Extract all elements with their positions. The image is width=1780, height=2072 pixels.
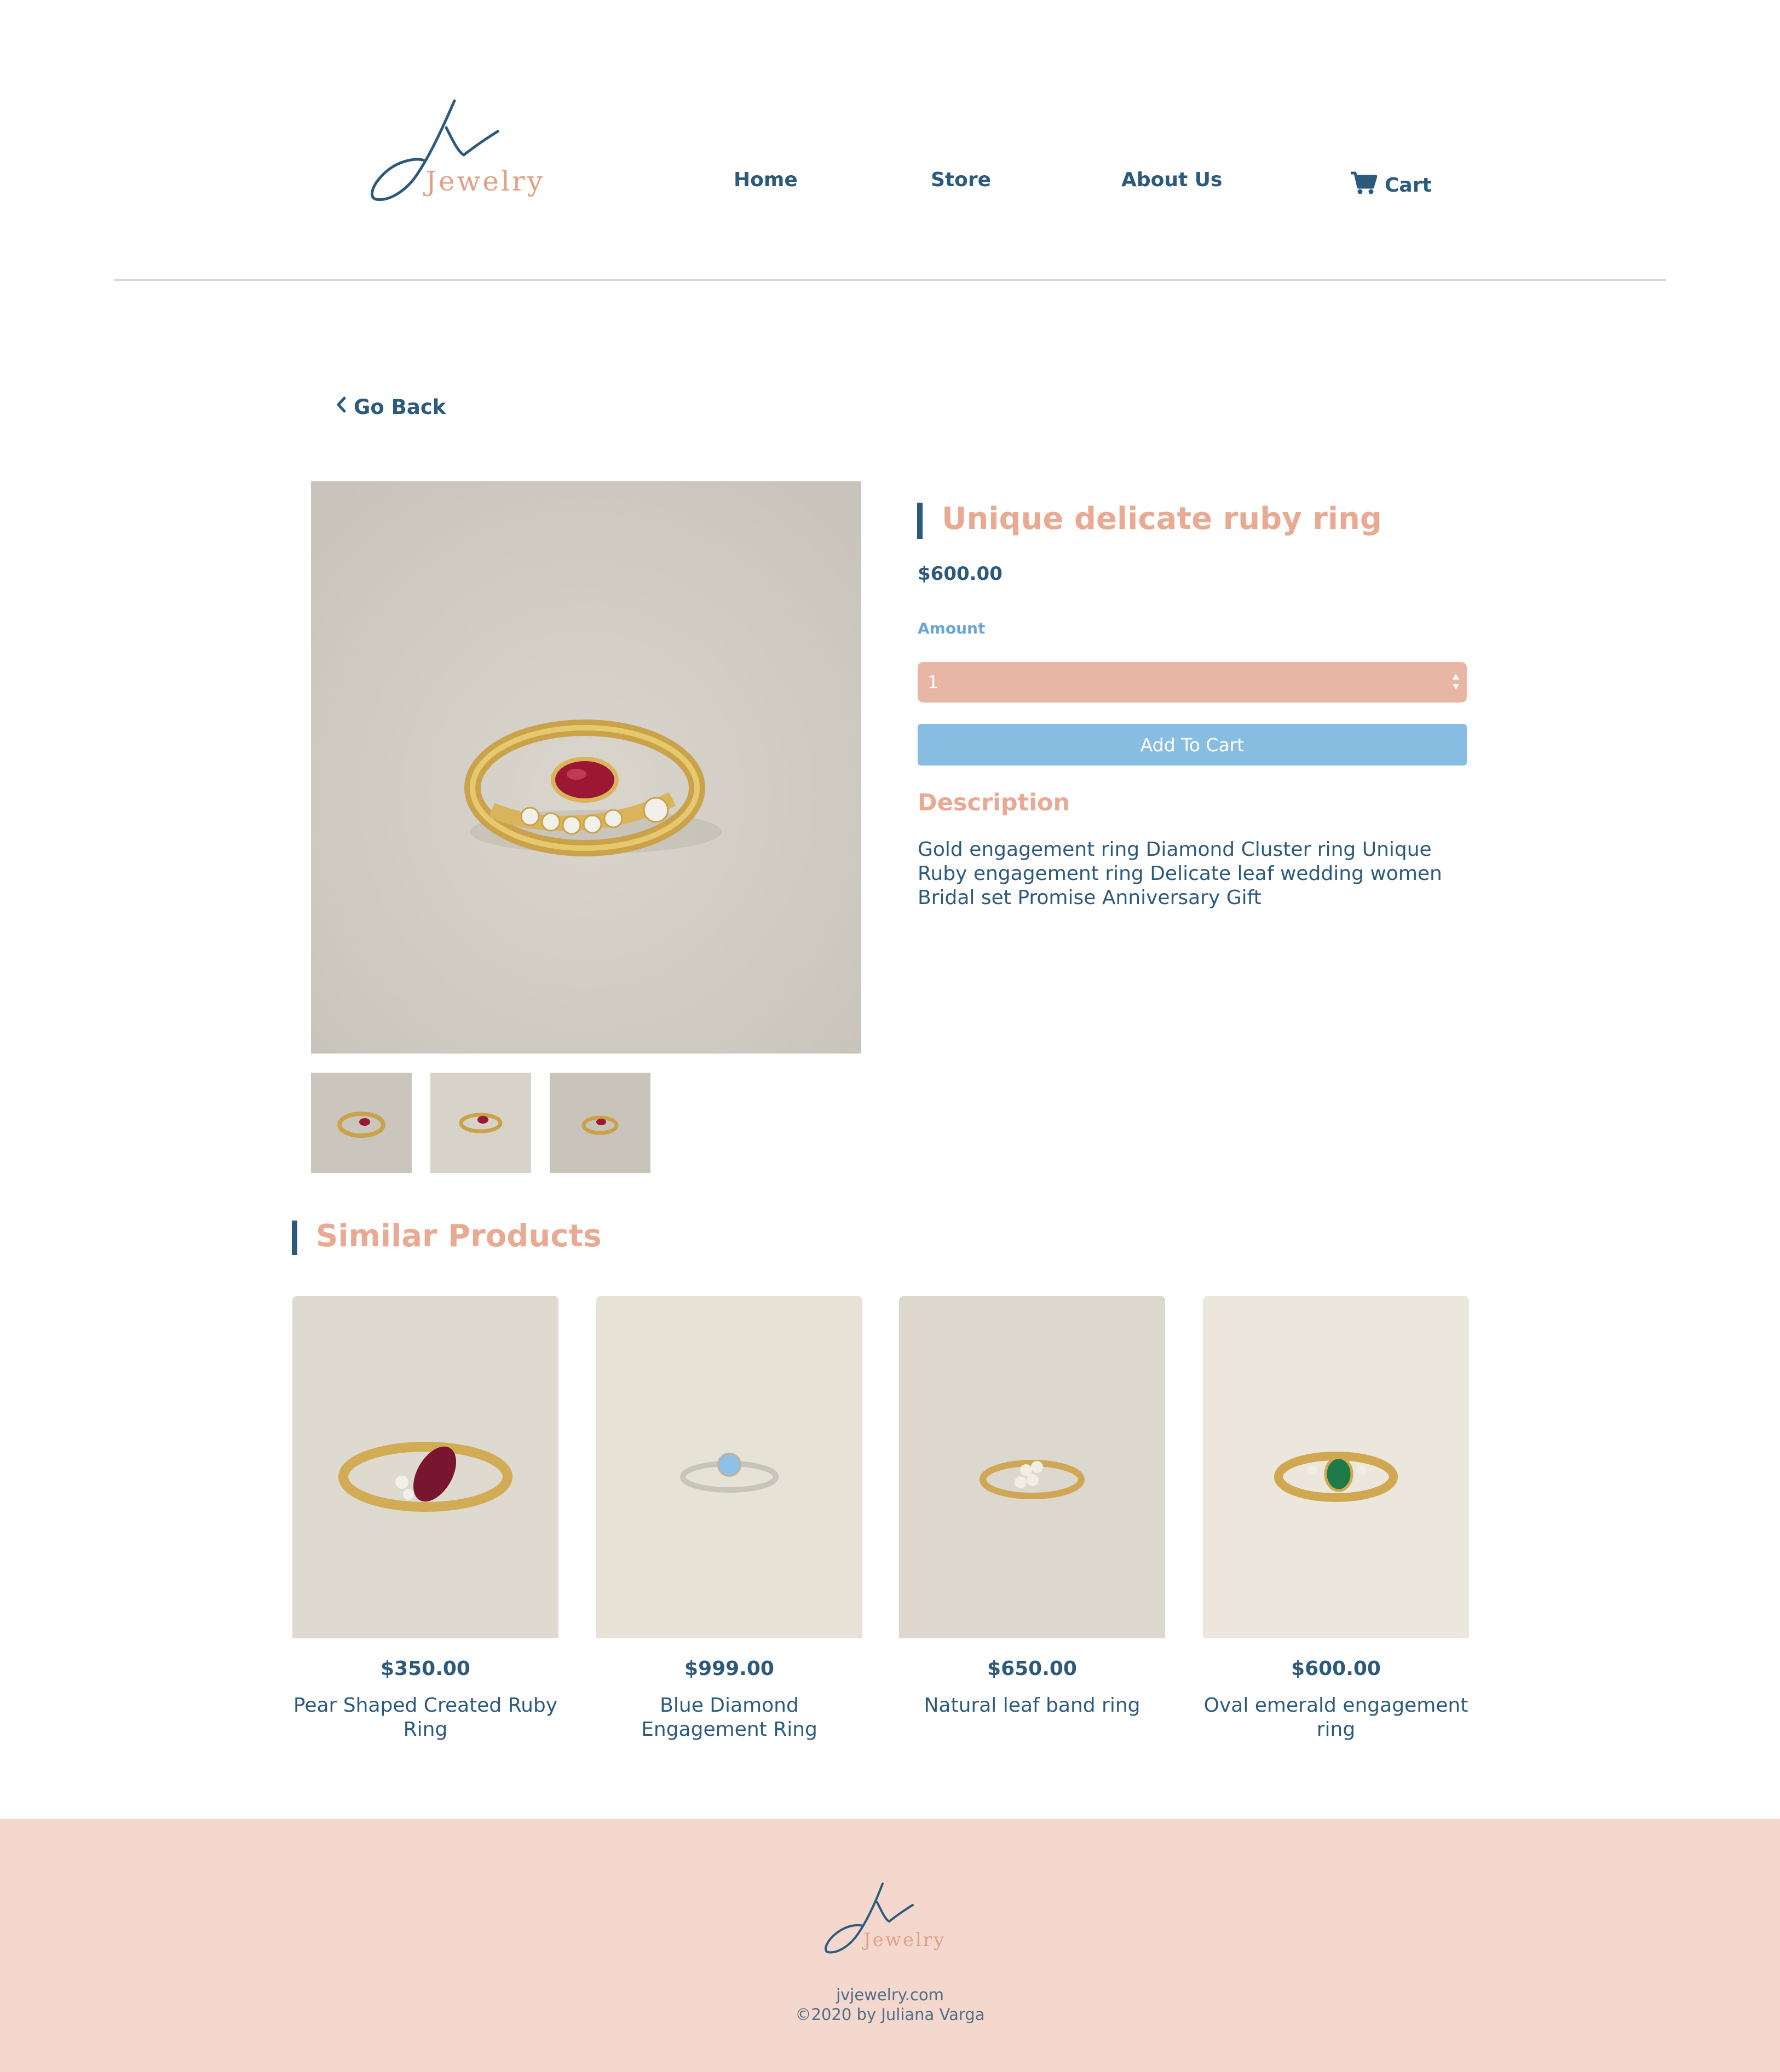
product-card-image[interactable] xyxy=(596,1296,862,1638)
footer-copyright: ©2020 by Juliana Varga xyxy=(795,2005,985,2024)
add-to-cart-button[interactable]: Add To Cart xyxy=(918,724,1467,766)
title-accent-bar xyxy=(917,503,923,539)
amount-select[interactable]: 1 xyxy=(918,662,1467,703)
amount-value: 1 xyxy=(928,672,939,693)
select-arrows-icon xyxy=(1450,671,1461,695)
product-card-price: $650.00 xyxy=(987,1657,1077,1680)
thumbnail-3[interactable] xyxy=(550,1073,650,1173)
product-card[interactable]: $650.00 Natural leaf band ring xyxy=(899,1296,1165,1717)
product-card-image[interactable] xyxy=(292,1296,558,1638)
footer-logo[interactable]: Jewelry xyxy=(821,1881,953,1958)
product-card-price: $350.00 xyxy=(381,1657,470,1680)
product-card-image[interactable] xyxy=(899,1296,1165,1638)
go-back-label: Go Back xyxy=(354,395,446,419)
product-card-name: Blue Diamond Engagement Ring xyxy=(641,1694,817,1741)
product-card[interactable]: $600.00 Oval emerald engagement ring xyxy=(1203,1296,1469,1741)
cart-label: Cart xyxy=(1385,174,1432,197)
product-card-name: Natural leaf band ring xyxy=(924,1694,1140,1717)
product-title: Unique delicate ruby ring xyxy=(942,501,1382,537)
product-price: $600.00 xyxy=(918,563,1003,585)
svg-text:Jewelry: Jewelry xyxy=(423,165,545,197)
product-card[interactable]: $350.00 Pear Shaped Created Ruby Ring xyxy=(292,1296,558,1741)
nav-cart[interactable]: Cart xyxy=(1350,171,1432,200)
product-card[interactable]: $999.00 Blue Diamond Engagement Ring xyxy=(596,1296,862,1741)
nav-home[interactable]: Home xyxy=(734,169,798,191)
chevron-left-icon xyxy=(335,395,347,419)
brand-logo[interactable]: Jewelry xyxy=(364,97,556,207)
nav-about-us[interactable]: About Us xyxy=(1121,169,1222,191)
footer-site[interactable]: jvjewelry.com xyxy=(0,1985,1780,2004)
product-card-price: $600.00 xyxy=(1291,1657,1381,1680)
similar-accent-bar xyxy=(292,1221,297,1255)
nav-store[interactable]: Store xyxy=(931,169,991,191)
header-divider xyxy=(114,279,1666,281)
similar-products-heading: Similar Products xyxy=(316,1218,602,1254)
thumbnail-2[interactable] xyxy=(430,1073,531,1173)
svg-text:Jewelry: Jewelry xyxy=(862,1929,946,1951)
product-description: Gold engagement ring Diamond Cluster rin… xyxy=(918,838,1442,909)
description-heading: Description xyxy=(918,789,1070,816)
thumbnail-1[interactable] xyxy=(311,1073,412,1173)
product-card-name: Oval emerald engagement ring xyxy=(1203,1694,1468,1741)
go-back-link[interactable]: Go Back xyxy=(335,395,446,419)
product-card-name: Pear Shaped Created Ruby Ring xyxy=(293,1694,558,1741)
amount-label: Amount xyxy=(918,619,986,637)
product-card-price: $999.00 xyxy=(684,1657,774,1680)
cart-icon xyxy=(1350,171,1378,200)
product-card-image[interactable] xyxy=(1203,1296,1469,1638)
product-main-image[interactable] xyxy=(311,481,861,1054)
